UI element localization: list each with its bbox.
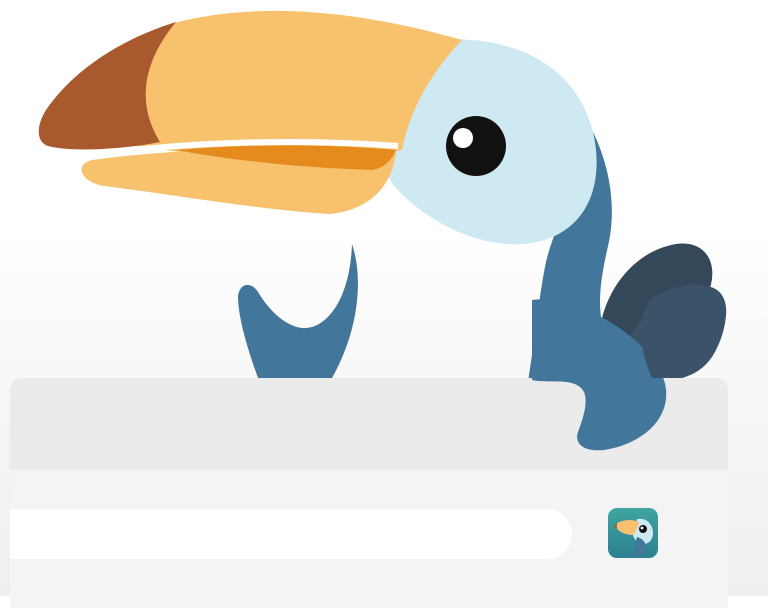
browser-window <box>10 378 728 608</box>
toucan-extension-button[interactable] <box>606 506 660 560</box>
toucan-eye-highlight <box>453 128 473 148</box>
tab-strip <box>10 378 728 470</box>
toucan-icon <box>608 508 658 558</box>
toucan-eye <box>446 116 506 176</box>
address-bar[interactable] <box>10 509 572 559</box>
toucan-foot <box>238 244 358 378</box>
